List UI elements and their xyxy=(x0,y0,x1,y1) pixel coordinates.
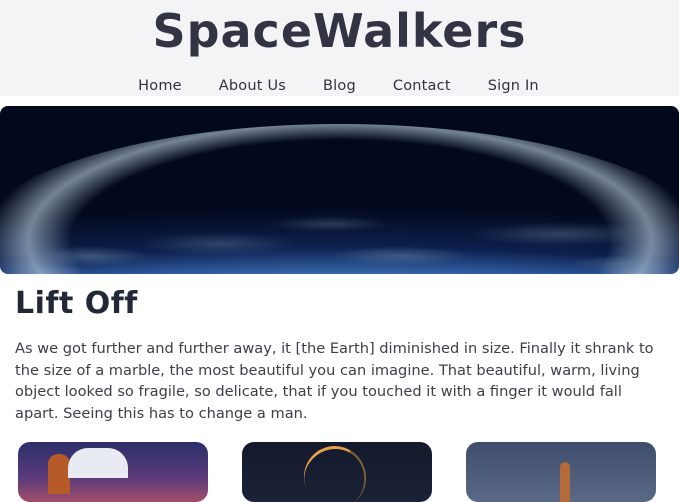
nav-home-link[interactable]: Home xyxy=(138,78,182,98)
earth-clouds xyxy=(0,106,679,274)
site-header: SpaceWalkers Home About Us Blog Contact … xyxy=(0,0,679,96)
shuttle-orbiter xyxy=(68,448,128,478)
shuttle-tank xyxy=(48,454,70,494)
nav-contact-link[interactable]: Contact xyxy=(393,78,451,98)
article-title: Lift Off xyxy=(15,286,138,321)
card-image-rocket[interactable] xyxy=(466,442,656,502)
launch-arc xyxy=(295,442,375,502)
article-body: As we got further and further away, it [… xyxy=(15,340,654,422)
card-image-shuttle[interactable] xyxy=(18,442,208,502)
main-nav: Home About Us Blog Contact Sign In xyxy=(0,78,679,98)
nav-signin-link[interactable]: Sign In xyxy=(488,78,539,98)
nav-about-link[interactable]: About Us xyxy=(219,78,286,98)
card-image-launch-arc[interactable] xyxy=(242,442,432,502)
rocket-shape xyxy=(560,462,570,502)
nav-blog-link[interactable]: Blog xyxy=(323,78,356,98)
card-row xyxy=(0,442,679,502)
hero-image-earth xyxy=(0,106,679,274)
site-logo[interactable]: SpaceWalkers xyxy=(0,4,679,58)
